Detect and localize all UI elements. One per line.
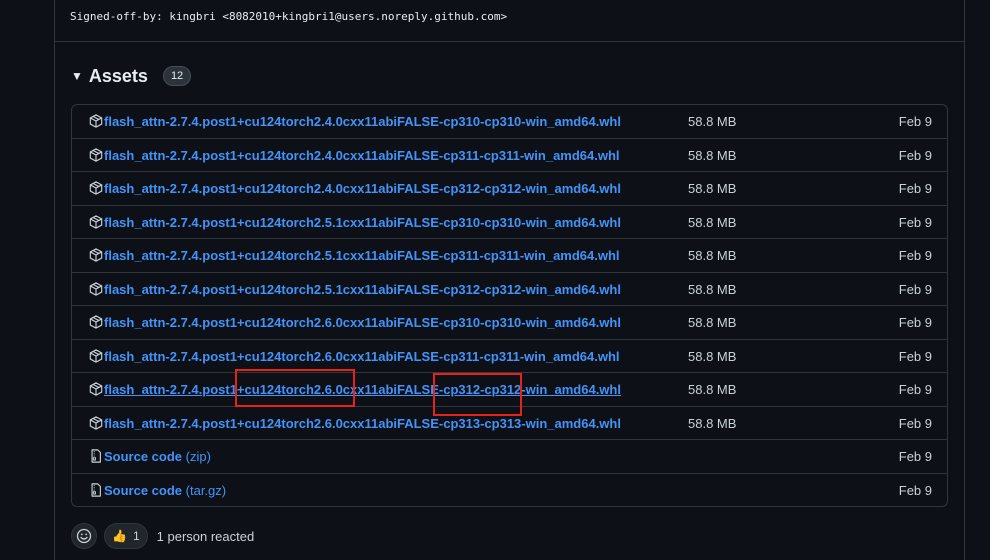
package-icon — [89, 315, 103, 329]
package-icon — [89, 114, 103, 128]
asset-row-hovered: flash_attn-2.7.4.post1+cu124torch2.6.0cx… — [72, 373, 947, 407]
package-icon — [89, 147, 103, 162]
assets-count-badge: 12 — [162, 66, 192, 86]
asset-size: 58.8 MB — [688, 114, 737, 129]
source-tar-suffix: (tar.gz) — [185, 482, 227, 498]
asset-size: 58.8 MB — [688, 281, 737, 297]
asset-date: Feb 9 — [898, 348, 932, 364]
package-icon — [89, 214, 103, 229]
reaction-count: 1 — [132, 529, 140, 543]
assets-title: Assets — [88, 65, 148, 86]
asset-row: flash_attn-2.7.4.post1+cu124torch2.4.0cx… — [72, 172, 947, 206]
asset-date: Feb 9 — [898, 214, 932, 230]
assets-toggle[interactable]: ▼ Assets 12 — [71, 63, 192, 89]
asset-size: 58.8 MB — [688, 382, 737, 397]
source-tar-label: Source code — [104, 482, 183, 498]
file-zip-icon — [89, 449, 103, 463]
asset-size: 58.8 MB — [688, 248, 737, 263]
source-zip-link[interactable]: Source code (zip) — [104, 449, 211, 464]
asset-date: Feb 9 — [898, 281, 932, 297]
asset-date: Feb 9 — [898, 315, 932, 330]
commit-signoff: Signed-off-by: kingbri <8082010+kingbri1… — [70, 10, 508, 23]
asset-row: flash_attn-2.7.4.post1+cu124torch2.5.1cx… — [72, 206, 947, 239]
asset-link[interactable]: flash_attn-2.7.4.post1+cu124torch2.4.0cx… — [104, 181, 621, 196]
asset-row: flash_attn-2.7.4.post1+cu124torch2.4.0cx… — [72, 139, 947, 172]
thumbs-up-icon: 👍 — [112, 529, 127, 543]
asset-row: flash_attn-2.7.4.post1+cu124torch2.6.0cx… — [72, 340, 947, 373]
asset-link[interactable]: flash_attn-2.7.4.post1+cu124torch2.6.0cx… — [104, 382, 621, 397]
asset-row: flash_attn-2.7.4.post1+cu124torch2.4.0cx… — [72, 105, 947, 139]
asset-row: flash_attn-2.7.4.post1+cu124torch2.5.1cx… — [72, 239, 947, 273]
asset-size: 58.8 MB — [688, 181, 737, 196]
asset-row: flash_attn-2.7.4.post1+cu124torch2.6.0cx… — [72, 306, 947, 340]
assets-list: flash_attn-2.7.4.post1+cu124torch2.4.0cx… — [71, 104, 948, 507]
asset-date: Feb 9 — [898, 382, 932, 397]
source-zip-suffix: (zip) — [185, 449, 211, 464]
asset-size: 58.8 MB — [688, 214, 737, 230]
package-icon — [89, 382, 103, 396]
thumbs-up-reaction[interactable]: 👍 1 — [104, 523, 148, 549]
reaction-summary: 1 person reacted — [156, 528, 255, 544]
asset-date: Feb 9 — [898, 181, 932, 196]
asset-date: Feb 9 — [898, 415, 932, 431]
asset-link[interactable]: flash_attn-2.7.4.post1+cu124torch2.4.0cx… — [104, 148, 620, 163]
asset-link[interactable]: flash_attn-2.7.4.post1+cu124torch2.6.0cx… — [104, 416, 621, 431]
asset-row: flash_attn-2.7.4.post1+cu124torch2.6.0cx… — [72, 407, 947, 440]
asset-link[interactable]: flash_attn-2.7.4.post1+cu124torch2.6.0cx… — [104, 349, 620, 364]
asset-date: Feb 9 — [898, 147, 932, 163]
package-icon — [89, 181, 103, 195]
asset-date: Feb 9 — [898, 449, 932, 464]
package-icon — [89, 281, 103, 296]
source-zip-row: Source code (zip) Feb 9 — [72, 440, 947, 474]
caret-down-icon: ▼ — [71, 69, 83, 83]
source-tar-row: Source code (tar.gz) Feb 9 — [72, 474, 947, 507]
asset-size: 58.8 MB — [688, 147, 737, 163]
asset-row: flash_attn-2.7.4.post1+cu124torch2.5.1cx… — [72, 273, 947, 306]
smiley-icon — [76, 528, 92, 544]
package-icon — [89, 415, 103, 430]
asset-link[interactable]: flash_attn-2.7.4.post1+cu124torch2.5.1cx… — [104, 215, 621, 230]
asset-size: 58.8 MB — [688, 415, 737, 431]
asset-link[interactable]: flash_attn-2.7.4.post1+cu124torch2.5.1cx… — [104, 282, 621, 297]
section-divider — [54, 41, 965, 42]
file-zip-icon — [89, 482, 103, 497]
add-reaction-button[interactable] — [71, 523, 97, 549]
package-icon — [89, 348, 103, 363]
asset-date: Feb 9 — [898, 114, 932, 129]
asset-size: 58.8 MB — [688, 315, 737, 330]
asset-date: Feb 9 — [898, 248, 932, 263]
source-zip-label: Source code — [104, 449, 183, 464]
asset-size: 58.8 MB — [688, 348, 737, 364]
asset-link[interactable]: flash_attn-2.7.4.post1+cu124torch2.4.0cx… — [104, 114, 621, 129]
source-tar-link[interactable]: Source code (tar.gz) — [104, 483, 226, 498]
asset-link[interactable]: flash_attn-2.7.4.post1+cu124torch2.6.0cx… — [104, 315, 621, 330]
reactions-bar: 👍 1 1 person reacted — [71, 523, 254, 549]
asset-link[interactable]: flash_attn-2.7.4.post1+cu124torch2.5.1cx… — [104, 248, 620, 263]
package-icon — [89, 248, 103, 262]
asset-date: Feb 9 — [898, 482, 932, 498]
